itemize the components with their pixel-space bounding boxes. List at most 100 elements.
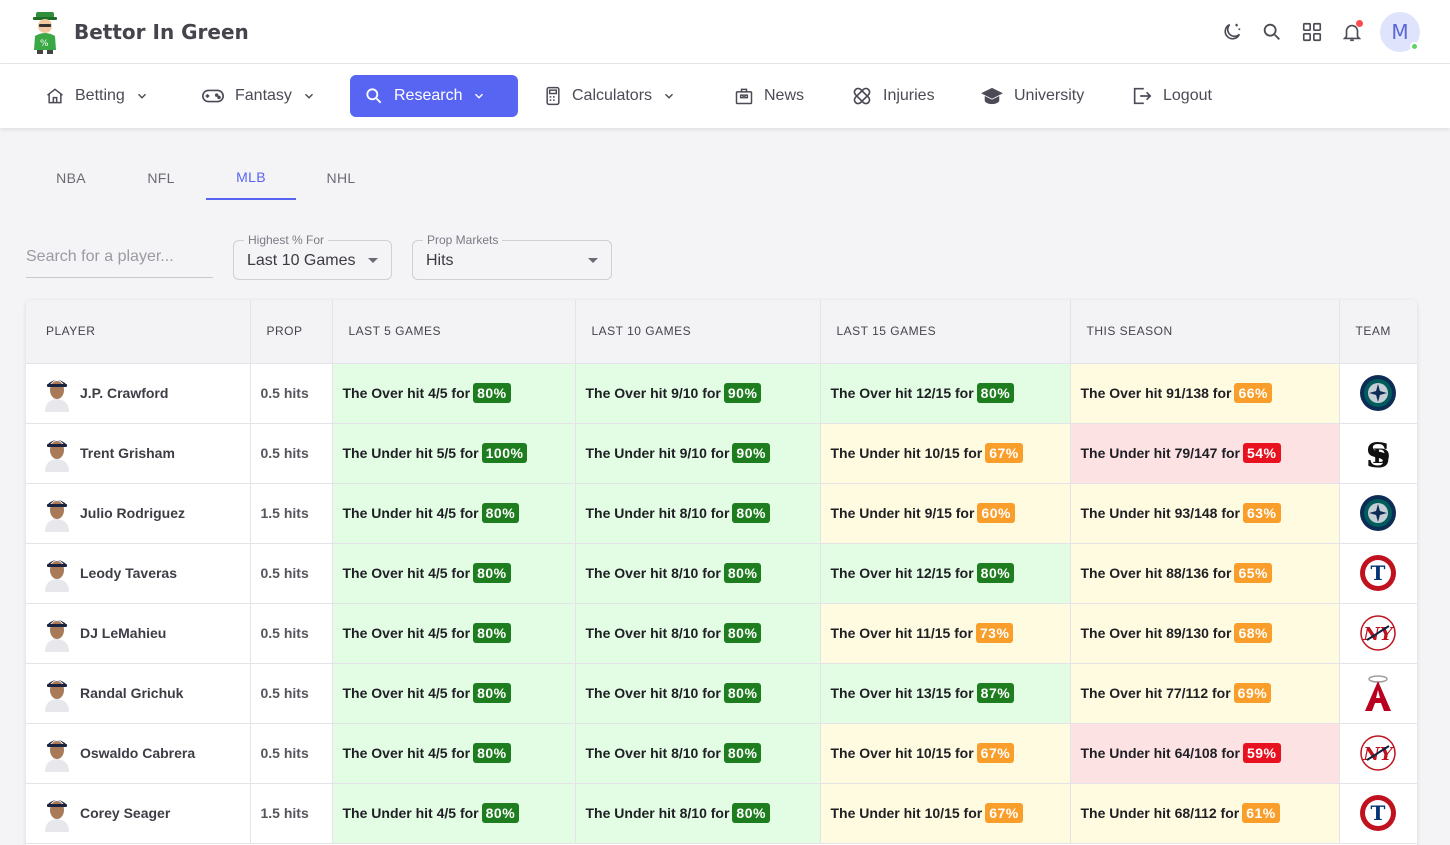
table-row[interactable]: Leody Taveras 0.5 hits The Over hit 4/5 fo…: [26, 543, 1417, 604]
notifications-button[interactable]: [1332, 12, 1372, 52]
column-header-season[interactable]: THIS SEASON: [1070, 300, 1340, 364]
tab-nba[interactable]: NBA: [26, 156, 116, 200]
table-row[interactable]: Oswaldo Cabrera 0.5 hits The Over hit 4/5 …: [26, 723, 1417, 784]
main-nav: Betting Fantasy Research Calculators New…: [0, 64, 1450, 128]
player-cell[interactable]: Corey Seager: [26, 783, 251, 844]
l15-pct-badge: 80%: [976, 563, 1015, 583]
column-header-prop[interactable]: PROP: [250, 300, 333, 364]
search-button[interactable]: [1252, 12, 1292, 52]
table-row[interactable]: J.P. Crawford 0.5 hits The Over hit 4/5 fo…: [26, 363, 1417, 424]
grid-icon: [1302, 22, 1322, 42]
nav-injuries-label: Injuries: [883, 87, 935, 104]
nav-university[interactable]: University: [966, 75, 1098, 117]
l5-pct-badge: 80%: [473, 683, 511, 703]
player-search-input[interactable]: Search for a player...: [26, 240, 213, 278]
team-logo: T: [1340, 794, 1418, 832]
table-row[interactable]: Trent Grisham 0.5 hits The Under hit 5/5 f…: [26, 423, 1417, 484]
season-cell: The Over hit 89/130 for 68%: [1070, 603, 1340, 664]
l15-cell: The Under hit 9/15 for 60%: [820, 483, 1071, 544]
player-cell[interactable]: DJ LeMahieu: [26, 603, 251, 664]
season-pct-badge: 65%: [1234, 563, 1272, 583]
l10-text: The Over hit 8/10 for: [585, 745, 721, 761]
player-cell[interactable]: Randal Grichuk: [26, 663, 251, 724]
highest-pct-label: Highest % For: [244, 233, 329, 247]
l5-cell: The Over hit 4/5 for 80%: [332, 663, 576, 724]
l10-cell: The Under hit 8/10 for 80%: [575, 783, 821, 844]
caret-down-icon: [588, 258, 598, 263]
nav-logout[interactable]: Logout: [1117, 75, 1226, 117]
nav-betting[interactable]: Betting: [31, 75, 163, 117]
nav-calculators[interactable]: Calculators: [530, 75, 690, 117]
column-header-last10[interactable]: LAST 10 GAMES: [575, 300, 821, 364]
season-pct-badge: 61%: [1242, 803, 1280, 823]
column-header-team[interactable]: TEAM: [1339, 300, 1417, 364]
l5-pct-badge: 100%: [481, 443, 528, 463]
tab-nfl[interactable]: NFL: [116, 156, 206, 200]
l15-text: The Over hit 11/15 for: [830, 625, 973, 641]
team-logo: [1340, 673, 1418, 713]
player-cell[interactable]: Julio Rodriguez: [26, 483, 251, 544]
chevron-down-icon: [137, 93, 146, 99]
prop-markets-select[interactable]: Prop Markets Hits: [412, 233, 612, 280]
player-name[interactable]: Leody Taveras: [80, 565, 177, 581]
l5-pct-badge: 80%: [473, 383, 511, 403]
column-header-last15[interactable]: LAST 15 GAMES: [820, 300, 1071, 364]
nav-university-label: University: [1014, 87, 1085, 104]
table-row[interactable]: Corey Seager 1.5 hits The Under hit 4/5 fo…: [26, 783, 1418, 844]
home-icon: [47, 88, 63, 104]
player-name[interactable]: Corey Seager: [80, 805, 170, 821]
l5-pct-badge: 80%: [473, 743, 511, 763]
brand-name: Bettor In Green: [74, 20, 249, 44]
theme-toggle-button[interactable]: [1212, 12, 1252, 52]
team-cell: NY: [1339, 603, 1417, 664]
table-row[interactable]: Julio Rodriguez 1.5 hits The Under hit 4/5…: [26, 483, 1417, 544]
l15-cell: The Over hit 11/15 for 73%: [820, 603, 1071, 664]
table-row[interactable]: Randal Grichuk 0.5 hits The Over hit 4/5 f…: [26, 663, 1418, 724]
l10-cell: The Under hit 8/10 for 80%: [575, 483, 821, 544]
team-cell: [1339, 483, 1417, 544]
yankees-logo-icon: NY: [1360, 615, 1396, 651]
l5-text: The Over hit 4/5 for: [342, 685, 471, 701]
graduation-cap-icon: [981, 87, 1003, 105]
season-cell: The Under hit 64/108 for 59%: [1070, 723, 1340, 784]
season-cell: The Under hit 93/148 for 63%: [1070, 483, 1340, 544]
l15-pct-badge: 67%: [976, 743, 1015, 763]
notification-dot: [1356, 20, 1363, 27]
player-name[interactable]: Randal Grichuk: [80, 685, 183, 701]
user-avatar[interactable]: M: [1380, 12, 1420, 52]
l5-cell: The Over hit 4/5 for 80%: [332, 723, 576, 784]
season-pct-badge: 54%: [1242, 443, 1281, 463]
rangers-logo-icon: T: [1360, 795, 1397, 831]
column-header-last5[interactable]: LAST 5 GAMES: [332, 300, 576, 364]
apps-button[interactable]: [1292, 12, 1332, 52]
player-cell[interactable]: Leody Taveras: [26, 543, 251, 604]
prop-markets-value: Hits: [426, 252, 454, 269]
player-name[interactable]: DJ LeMahieu: [80, 625, 166, 641]
player-name[interactable]: Julio Rodriguez: [80, 505, 185, 521]
l5-text: The Under hit 5/5 for: [342, 445, 479, 461]
player-name[interactable]: Trent Grisham: [80, 445, 175, 461]
player-name[interactable]: J.P. Crawford: [80, 385, 168, 401]
l5-text: The Under hit 4/5 for: [342, 505, 479, 521]
player-cell[interactable]: J.P. Crawford: [26, 363, 251, 424]
player-cell[interactable]: Oswaldo Cabrera: [26, 723, 251, 784]
props-table-card: PLAYER PROP LAST 5 GAMES LAST 10 GAMES L…: [26, 300, 1417, 845]
season-pct-badge: 59%: [1242, 743, 1281, 763]
column-header-player[interactable]: PLAYER: [26, 300, 251, 364]
tab-mlb[interactable]: MLB: [206, 156, 296, 200]
player-name[interactable]: Oswaldo Cabrera: [80, 745, 195, 761]
l15-text: The Under hit 9/15 for: [830, 505, 975, 521]
nav-fantasy[interactable]: Fantasy: [187, 75, 330, 117]
l10-text: The Over hit 8/10 for: [585, 685, 721, 701]
nav-news[interactable]: News: [720, 75, 818, 117]
player-cell[interactable]: Trent Grisham: [26, 423, 251, 484]
nav-injuries[interactable]: Injuries: [837, 75, 949, 117]
chevron-down-icon: [304, 93, 313, 99]
table-row[interactable]: DJ LeMahieu 0.5 hits The Over hit 4/5 for 8…: [26, 603, 1417, 664]
highest-pct-select[interactable]: Highest % For Last 10 Games: [233, 233, 392, 280]
brand-logo[interactable]: % Bettor In Green: [28, 10, 249, 54]
l10-pct-badge: 80%: [723, 623, 762, 643]
tab-nhl[interactable]: NHL: [296, 156, 386, 200]
nav-research[interactable]: Research: [350, 75, 518, 117]
player-headshot-avatar: [42, 554, 72, 592]
